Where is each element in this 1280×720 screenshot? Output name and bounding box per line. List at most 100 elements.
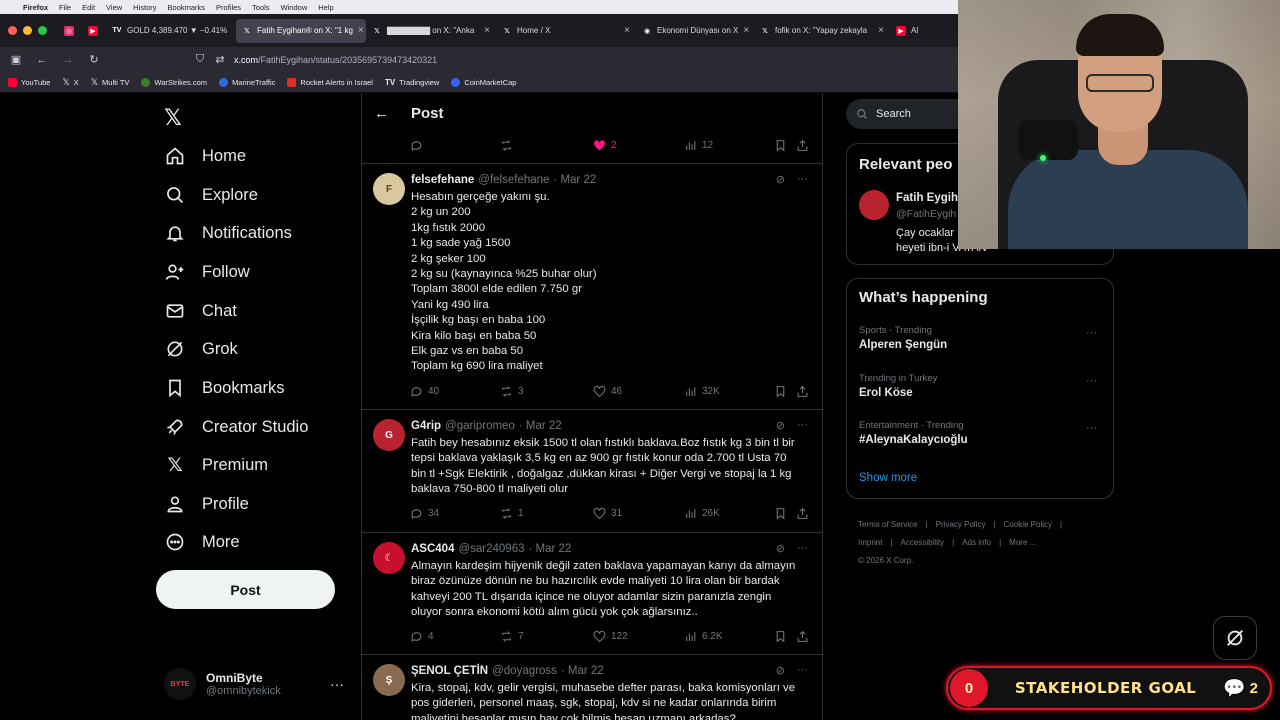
close-tab-icon[interactable]: × — [624, 25, 630, 36]
person-handle[interactable]: @FatihEygih — [896, 208, 956, 220]
reload-icon[interactable]: ↻ — [88, 53, 100, 66]
grok-icon[interactable]: ⊘ — [776, 664, 785, 677]
menu-edit[interactable]: Edit — [82, 3, 95, 12]
bookmark-rocket-alerts[interactable]: Rocket Alerts in Israel — [287, 77, 373, 87]
tweet-date[interactable]: · Mar 22 — [553, 174, 596, 186]
avatar[interactable]: F — [373, 173, 405, 205]
bookmark-button[interactable] — [774, 630, 787, 643]
reply-button[interactable]: 34 — [410, 507, 439, 520]
menu-profiles[interactable]: Profiles — [216, 3, 241, 12]
like-button[interactable]: 2 — [593, 139, 617, 152]
grok-icon[interactable]: ⊘ — [776, 542, 785, 555]
post-button[interactable]: Post — [156, 570, 335, 609]
menu-history[interactable]: History — [133, 3, 156, 12]
tab-fofik[interactable]: 𝕏 fofik on X: "Yapay zekayla × — [754, 19, 890, 43]
tweet-date[interactable]: · Mar 22 — [561, 665, 604, 677]
menu-window[interactable]: Window — [281, 3, 308, 12]
bookmark-button[interactable] — [774, 385, 787, 398]
tweet-date[interactable]: · Mar 22 — [529, 543, 572, 555]
bookmark-marinetraffic[interactable]: MarineTraffic — [219, 77, 275, 87]
reply-tweet[interactable]: Ş ŞENOL ÇETİN @doyagross · Mar 22 ⊘ ··· K… — [362, 654, 822, 720]
privacy-link[interactable]: Privacy Policy — [936, 520, 986, 529]
more-options-icon[interactable]: ··· — [1086, 422, 1097, 434]
back-icon[interactable]: ← — [36, 54, 48, 66]
share-button[interactable] — [796, 507, 809, 520]
reply-button[interactable]: 40 — [410, 385, 439, 398]
bookmark-multitv[interactable]: 𝕏 Multi TV — [91, 77, 130, 88]
grok-icon[interactable]: ⊘ — [776, 173, 785, 186]
more-options-icon[interactable]: ··· — [1086, 375, 1097, 387]
views-button[interactable]: 6.2K — [684, 630, 723, 643]
more-options-icon[interactable]: ··· — [797, 419, 808, 432]
tab-home-x[interactable]: 𝕏 Home / X × — [496, 19, 636, 43]
more-options-icon[interactable]: ··· — [330, 676, 344, 692]
menu-bookmarks[interactable]: Bookmarks — [168, 3, 206, 12]
views-button[interactable]: 12 — [684, 139, 713, 152]
address-bar[interactable]: ⛉ ⇄ x.com/FatihEygihan/status/2035695739… — [194, 53, 437, 66]
bookmark-youtube[interactable]: YouTube — [8, 77, 50, 87]
trend-item[interactable]: Trending in Turkey Erol Köse ··· — [859, 373, 1103, 399]
accessibility-link[interactable]: Accessibility — [901, 538, 945, 547]
reply-button[interactable] — [410, 139, 423, 152]
avatar[interactable] — [859, 190, 889, 220]
nav-premium[interactable]: 𝕏 Premium — [164, 454, 268, 476]
repost-button[interactable]: 3 — [500, 385, 524, 398]
author-handle[interactable]: @sar240963 — [458, 543, 524, 555]
terms-link[interactable]: Terms of Service — [858, 520, 918, 529]
menu-tools[interactable]: Tools — [252, 3, 270, 12]
nav-creator-studio[interactable]: Creator Studio — [164, 416, 308, 438]
nav-notifications[interactable]: Notifications — [164, 222, 292, 244]
nav-follow[interactable]: Follow — [164, 261, 250, 283]
tab-fatih-post[interactable]: 𝕏 Fatih Eygihan® on X: "1 kg × — [236, 18, 366, 43]
nav-profile[interactable]: Profile — [164, 493, 249, 515]
close-tab-icon[interactable]: × — [878, 25, 884, 36]
close-tab-icon[interactable]: × — [358, 25, 364, 36]
close-window-button[interactable] — [8, 26, 17, 35]
x-logo-icon[interactable]: 𝕏 — [164, 105, 182, 131]
forward-icon[interactable]: → — [62, 54, 74, 66]
tab-instagram[interactable]: ◎ — [58, 19, 82, 43]
more-options-icon[interactable]: ··· — [797, 542, 808, 555]
tab-youtube[interactable]: ▶ — [82, 19, 106, 43]
cookie-link[interactable]: Cookie Policy — [1004, 520, 1052, 529]
author-name[interactable]: ŞENOL ÇETİN — [411, 665, 488, 677]
author-name[interactable]: ASC404 — [411, 543, 454, 555]
grok-floating-button[interactable] — [1213, 616, 1257, 660]
bookmark-x[interactable]: 𝕏X — [62, 77, 78, 88]
back-arrow-icon[interactable]: ← — [374, 105, 389, 122]
tab-gold[interactable]: TV GOLD 4,389.470 ▼ −0.41% — [106, 19, 236, 43]
repost-button[interactable]: 7 — [500, 630, 524, 643]
nav-bookmarks[interactable]: Bookmarks — [164, 377, 285, 399]
close-tab-icon[interactable]: × — [743, 25, 749, 36]
more-link[interactable]: More ... — [1009, 538, 1036, 547]
zoom-window-button[interactable] — [38, 26, 47, 35]
reply-tweet[interactable]: G G4rip @garipromeo · Mar 22 ⊘ ··· Fatih … — [362, 409, 822, 532]
bookmark-coinmarketcap[interactable]: CoinMarketCap — [451, 77, 516, 87]
author-handle[interactable]: @felsefehane — [478, 174, 549, 186]
share-button[interactable] — [796, 630, 809, 643]
like-button[interactable]: 46 — [593, 385, 622, 398]
trend-item[interactable]: Sports · Trending Alperen Şengün ··· — [859, 325, 1103, 351]
repost-button[interactable] — [500, 139, 513, 152]
grok-icon[interactable]: ⊘ — [776, 419, 785, 432]
nav-grok[interactable]: Grok — [164, 338, 238, 360]
author-handle[interactable]: @garipromeo — [445, 420, 515, 432]
nav-explore[interactable]: Explore — [164, 184, 258, 206]
reply-button[interactable]: 4 — [410, 630, 434, 643]
views-button[interactable]: 26K — [684, 507, 720, 520]
like-button[interactable]: 31 — [593, 507, 622, 520]
bookmark-button[interactable] — [774, 507, 787, 520]
author-handle[interactable]: @doyagross — [492, 665, 557, 677]
nav-chat[interactable]: Chat — [164, 300, 237, 322]
bookmark-tradingview[interactable]: TV Tradingview — [385, 78, 439, 87]
author-name[interactable]: felsefehane — [411, 174, 474, 186]
tab-youtube-al[interactable]: ▶ Al — [890, 19, 930, 43]
close-tab-icon[interactable]: × — [484, 25, 490, 36]
menu-view[interactable]: View — [106, 3, 122, 12]
more-options-icon[interactable]: ··· — [797, 173, 808, 186]
reply-tweet[interactable]: ☾ ASC404 @sar240963 · Mar 22 ⊘ ··· Almayı… — [362, 532, 822, 654]
menu-firefox[interactable]: Firefox — [23, 3, 48, 12]
more-options-icon[interactable]: ··· — [797, 664, 808, 677]
account-switcher[interactable]: BYTE OmniByte @omnibytekick ··· — [164, 668, 344, 700]
share-button[interactable] — [796, 139, 809, 152]
